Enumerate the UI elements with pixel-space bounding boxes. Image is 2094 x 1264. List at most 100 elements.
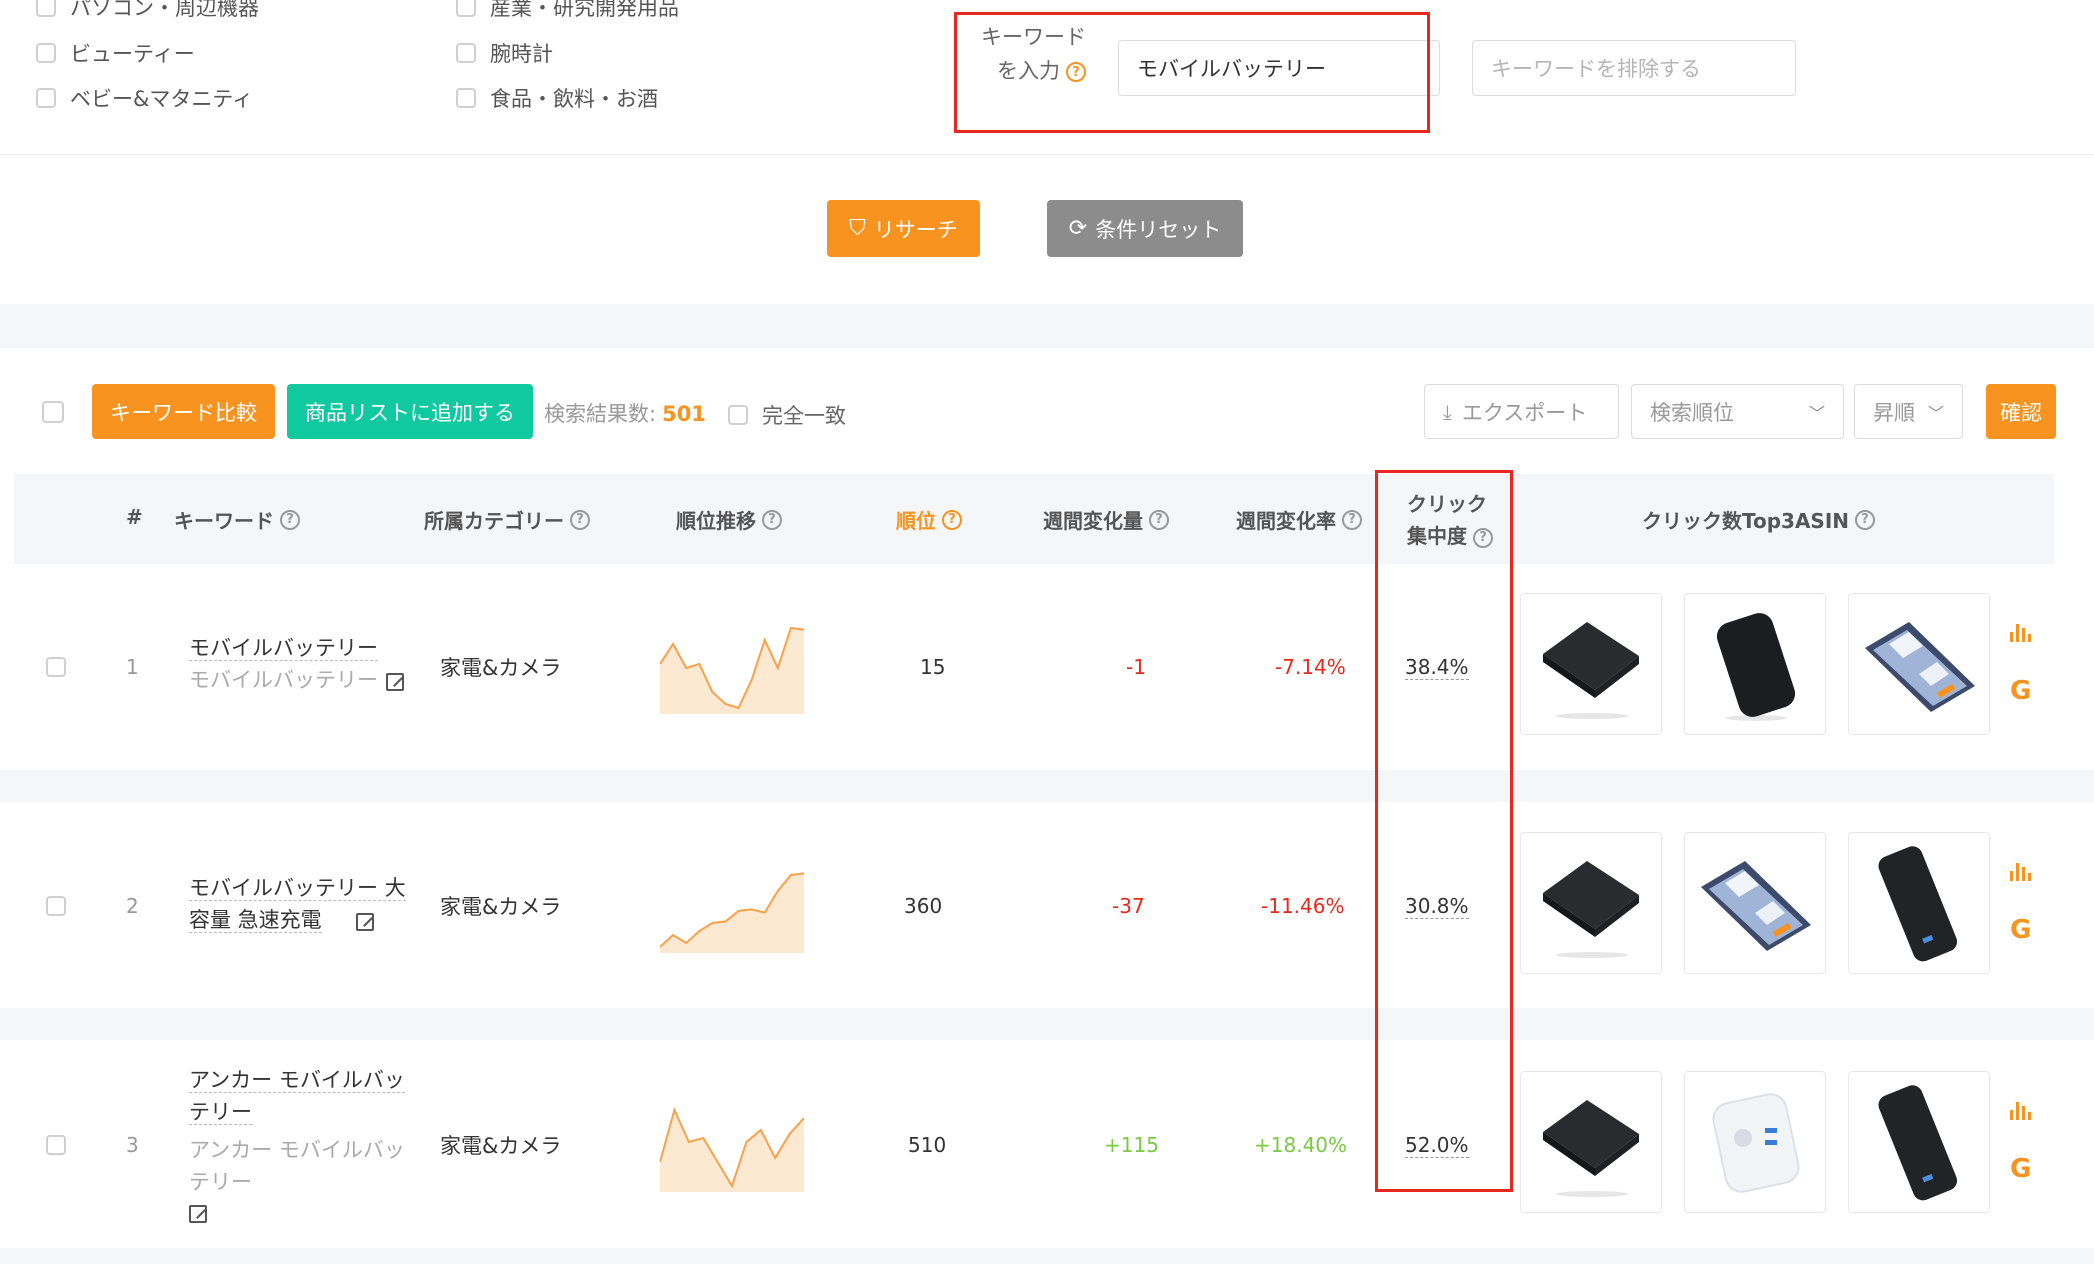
header-weekly-rate[interactable]: 週間変化率? [1236,505,1362,534]
category-label: ビューティー [70,42,195,66]
export-button[interactable]: ⤓ エクスポート [1424,384,1619,439]
download-icon: ⤓ [1443,399,1452,424]
category-option[interactable]: 産業・研究開発用品 [456,0,679,22]
rank-cell: 510 [908,1133,947,1157]
rank-trend-sparkline[interactable] [660,622,804,714]
select-all-checkbox[interactable] [42,401,64,423]
category-label: 腕時計 [490,42,553,66]
row-gap [0,1008,2094,1040]
exact-match-option[interactable]: 完全一致 [728,400,846,430]
keyword-translation: モバイルバッテリー [189,668,378,692]
category-option[interactable]: パソコン・周辺機器 [36,0,259,22]
row-index: 2 [126,894,139,918]
google-icon[interactable]: G [2010,915,2031,945]
row-checkbox[interactable] [46,657,66,677]
header-rank[interactable]: 順位? [896,505,962,534]
google-icon[interactable]: G [2010,1154,2031,1184]
asin-thumbnail[interactable] [1848,593,1990,735]
edit-icon[interactable] [386,672,404,691]
category-checkbox[interactable] [36,88,56,108]
chevron-down-icon: ﹀ [1927,403,1944,423]
weekly-rate-cell: -7.14% [1275,655,1346,679]
sort-field-select[interactable]: 検索順位 ﹀ [1631,384,1844,439]
rank-trend-sparkline[interactable] [660,861,804,953]
help-icon[interactable]: ? [570,509,590,530]
keyword-link[interactable]: モバイルバッテリー [189,636,378,661]
category-cell: 家電&カメラ [440,895,562,919]
divider [0,154,2094,155]
rank-cell: 360 [904,894,943,918]
asin-thumbnail[interactable] [1520,832,1662,974]
category-option[interactable]: 食品・飲料・お酒 [456,83,658,113]
category-option[interactable]: 腕時計 [456,38,553,68]
help-icon[interactable]: ? [762,509,782,530]
power-bank-image [1543,1100,1639,1197]
asin-thumbnail[interactable] [1684,832,1826,974]
keyword-translation: アンカー モバイルバッテリー [189,1138,405,1194]
category-label: ベビー&マタニティ [70,87,254,111]
help-icon[interactable]: ? [942,509,962,530]
row-index: 1 [126,655,139,679]
category-option[interactable]: ビューティー [36,38,195,68]
row-gap [0,770,2094,802]
category-option[interactable]: ベビー&マタニティ [36,83,253,113]
header-weekly-change[interactable]: 週間変化量? [1043,505,1169,534]
category-checkbox[interactable] [456,0,476,17]
asin-thumbnail[interactable] [1848,1071,1990,1213]
highlight-box-keyword [954,12,1430,133]
keyword-compare-button[interactable]: キーワード比較 [92,384,275,439]
power-bank-image [1878,846,1958,962]
asin-thumbnail[interactable] [1848,832,1990,974]
filter-icon: ⛉ [849,216,866,241]
help-icon[interactable]: ? [1149,509,1169,530]
header-category[interactable]: 所属カテゴリー? [424,505,590,534]
category-checkbox[interactable] [456,88,476,108]
edit-icon[interactable] [189,1204,207,1223]
result-count-label: 検索結果数: [544,402,657,426]
asin-thumbnail[interactable] [1520,1071,1662,1213]
sparkline-area [660,628,804,714]
help-icon[interactable]: ? [280,509,300,530]
row-checkbox[interactable] [46,1135,66,1155]
google-icon[interactable]: G [2010,676,2031,706]
category-checkbox[interactable] [36,43,56,63]
row-gap [0,1248,2094,1264]
weekly-rate-cell: -11.46% [1261,894,1345,918]
category-checkbox[interactable] [456,43,476,63]
asin-thumbnail[interactable] [1684,593,1826,735]
keyword-cell: アンカー モバイルバッテリー アンカー モバイルバッテリー [189,1064,407,1223]
help-icon[interactable]: ? [1855,509,1876,530]
category-label: パソコン・周辺機器 [70,0,259,20]
keyword-cell: モバイルバッテリー 大容量 急速充電 [189,872,407,936]
edit-icon[interactable] [355,912,374,931]
reset-button[interactable]: ⟳ 条件リセット [1047,200,1243,257]
add-to-list-button[interactable]: 商品リストに追加する [287,384,533,439]
weekly-rate-cell: +18.40% [1254,1133,1348,1157]
keyword-cell: モバイルバッテリー モバイルバッテリー [189,632,407,696]
help-icon[interactable]: ? [1342,509,1362,530]
power-bank-image [1865,622,1975,712]
asin-thumbnail[interactable] [1520,593,1662,735]
category-label: 産業・研究開発用品 [490,0,679,20]
sort-field-value: 検索順位 [1650,400,1734,425]
charger-image [1712,1093,1800,1193]
research-button[interactable]: ⛉ リサーチ [827,200,980,257]
confirm-button[interactable]: 確認 [1986,384,2056,439]
header-trend[interactable]: 順位推移? [676,505,782,534]
header-keyword[interactable]: キーワード? [174,505,300,534]
bar-chart-icon[interactable] [2010,863,2031,881]
rank-trend-sparkline[interactable] [660,1100,804,1192]
exact-match-checkbox[interactable] [728,405,748,425]
sort-order-select[interactable]: 昇順 ﹀ [1854,384,1963,439]
bar-chart-icon[interactable] [2010,1102,2031,1120]
row-checkbox[interactable] [46,896,66,916]
keyword-link[interactable]: アンカー モバイルバッテリー [189,1068,405,1125]
header-trend-text: 順位推移 [676,509,756,533]
bar-chart-icon[interactable] [2010,624,2031,642]
header-category-text: 所属カテゴリー [424,509,564,533]
asin-thumbnail[interactable] [1684,1071,1826,1213]
header-top3-asin[interactable]: クリック数Top3ASIN? [1642,505,1876,534]
exclude-keyword-input[interactable]: キーワードを排除する [1472,40,1796,96]
category-checkbox[interactable] [36,0,56,17]
header-weekly-change-text: 週間変化量 [1043,509,1143,533]
